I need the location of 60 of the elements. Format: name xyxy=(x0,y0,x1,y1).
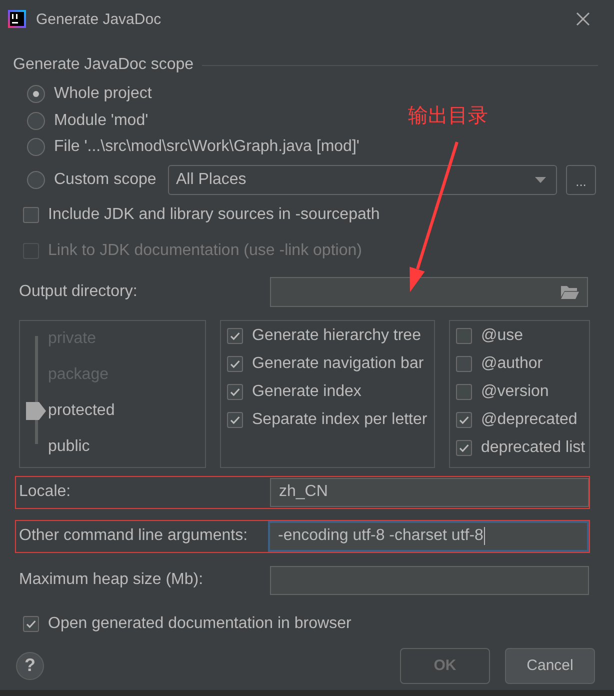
checkbox-label[interactable]: Include JDK and library sources in -sourcepath xyxy=(48,206,380,224)
radio-label[interactable]: Custom scope xyxy=(54,170,156,188)
checkbox-label[interactable]: deprecated list xyxy=(481,438,586,456)
checkbox[interactable] xyxy=(456,440,472,456)
level-label[interactable]: protected xyxy=(48,402,115,420)
checkbox[interactable] xyxy=(227,328,243,344)
section-title: Generate JavaDoc scope xyxy=(13,56,194,74)
radio-button[interactable] xyxy=(27,138,45,156)
checkbox-label[interactable]: Generate index xyxy=(252,382,362,400)
radio-button[interactable] xyxy=(27,85,45,104)
close-icon[interactable] xyxy=(576,12,590,26)
scope-dropdown[interactable]: All Places xyxy=(168,164,557,194)
checkbox-label[interactable]: @version xyxy=(481,382,549,400)
checkbox[interactable] xyxy=(227,384,243,400)
help-button[interactable]: ? xyxy=(16,652,44,680)
checkbox-label[interactable]: Open generated documentation in browser xyxy=(48,614,352,632)
checkbox[interactable] xyxy=(227,356,243,372)
checkbox-label[interactable]: @use xyxy=(481,326,524,344)
checkbox[interactable] xyxy=(456,412,472,428)
window-title: Generate JavaDoc xyxy=(36,10,162,28)
field-label: Output directory: xyxy=(19,282,138,300)
checkbox[interactable] xyxy=(227,412,243,428)
checkbox-label[interactable]: Generate navigation bar xyxy=(252,354,424,372)
checkbox-label[interactable]: Generate hierarchy tree xyxy=(252,326,421,344)
text-cursor xyxy=(484,527,486,545)
checkmark-icon xyxy=(229,358,241,370)
radio-label[interactable]: Module 'mod' xyxy=(54,112,148,130)
app-icon xyxy=(8,10,26,28)
checkmark-icon xyxy=(229,386,241,398)
checkmark-icon xyxy=(458,414,470,426)
checkmark-icon xyxy=(25,618,37,630)
radio-button[interactable] xyxy=(27,170,45,188)
checkbox-label[interactable]: Separate index per letter xyxy=(252,410,428,428)
slider-thumb[interactable] xyxy=(26,402,46,420)
dialog-button[interactable]: Cancel xyxy=(505,648,595,684)
directory-field[interactable] xyxy=(270,276,588,306)
radio-label[interactable]: Whole project xyxy=(54,85,152,104)
field-label: Locale: xyxy=(19,483,72,501)
checkbox[interactable] xyxy=(456,384,472,400)
more-button[interactable]: ... xyxy=(566,164,596,194)
text-field[interactable] xyxy=(270,566,589,594)
text-field[interactable]: -encoding utf-8 -charset utf-8 xyxy=(268,520,589,552)
checkbox-label[interactable]: @author xyxy=(481,354,543,372)
checkmark-icon xyxy=(458,442,470,454)
checkbox[interactable] xyxy=(23,206,39,222)
annotation-text: 输出目录 xyxy=(408,102,488,128)
checkbox-label[interactable]: @deprecated xyxy=(481,410,578,428)
radio-button[interactable] xyxy=(27,112,45,130)
field-label: Maximum heap size (Mb): xyxy=(19,571,204,589)
text-field[interactable]: zh_CN xyxy=(270,478,589,506)
checkmark-icon xyxy=(229,414,241,426)
radio-label[interactable]: File '...\src\mod\src\Work\Graph.java [mod]' xyxy=(54,138,360,156)
checkbox[interactable] xyxy=(23,616,39,632)
folder-icon[interactable] xyxy=(561,284,579,298)
caret-down-icon xyxy=(535,176,546,182)
checkbox[interactable] xyxy=(456,328,472,344)
field-label: Other command line arguments: xyxy=(19,527,249,545)
checkbox[interactable] xyxy=(456,356,472,372)
level-label[interactable]: public xyxy=(48,438,90,456)
checkmark-icon xyxy=(229,330,241,342)
